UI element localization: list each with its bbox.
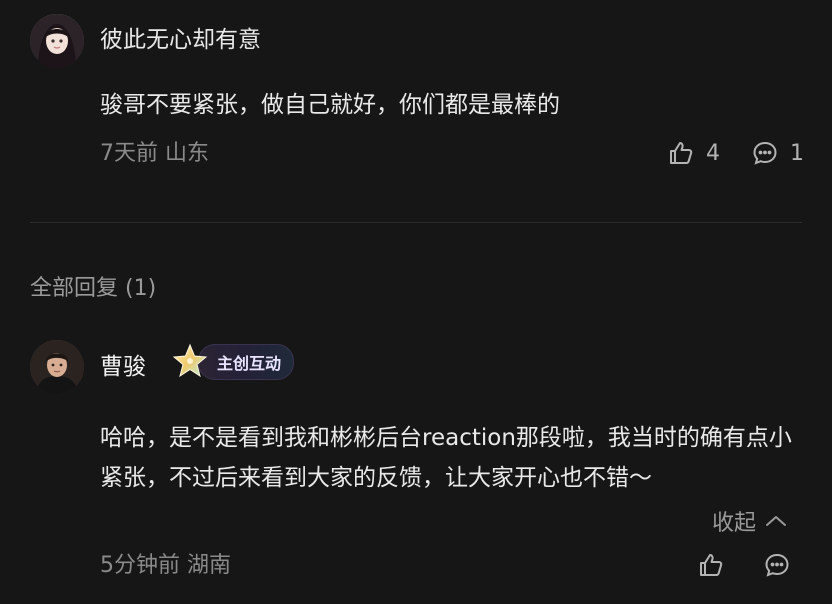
thumbs-up-icon [668, 140, 694, 166]
reply-button[interactable]: 1 [752, 140, 804, 166]
like-count: 4 [706, 140, 720, 166]
avatar[interactable] [30, 14, 84, 68]
comment-text: 骏哥不要紧张，做自己就好，你们都是最棒的 [100, 92, 560, 118]
commenter-name[interactable]: 彼此无心却有意 [100, 29, 261, 52]
comment-bubble-icon [764, 552, 790, 578]
reply-text: 哈哈，是不是看到我和彬彬后台reaction那段啦，我当时的确有点小紧张，不过后… [100, 425, 792, 491]
reply-meta: 5分钟前 湖南 [100, 553, 231, 578]
like-button[interactable]: 4 [668, 140, 720, 166]
reply-count: 1 [790, 140, 804, 166]
badge-label: 主创互动 [198, 344, 295, 380]
star-badge-icon [170, 342, 210, 382]
like-button[interactable] [698, 552, 724, 578]
comment-bubble-icon [752, 140, 778, 166]
avatar[interactable] [30, 340, 84, 394]
comment-meta: 7天前 山东 [100, 141, 209, 166]
replier-name[interactable]: 曹骏 [100, 356, 146, 379]
all-replies-header: 全部回复 (1) [30, 276, 157, 301]
divider [30, 222, 802, 223]
reply-button[interactable] [764, 552, 790, 578]
thumbs-up-icon [698, 552, 724, 578]
collapse-label: 收起 [712, 511, 757, 536]
chevron-up-icon [764, 509, 788, 533]
creator-interaction-badge: 主创互动 [170, 342, 295, 382]
collapse-button[interactable]: 收起 [712, 505, 788, 537]
